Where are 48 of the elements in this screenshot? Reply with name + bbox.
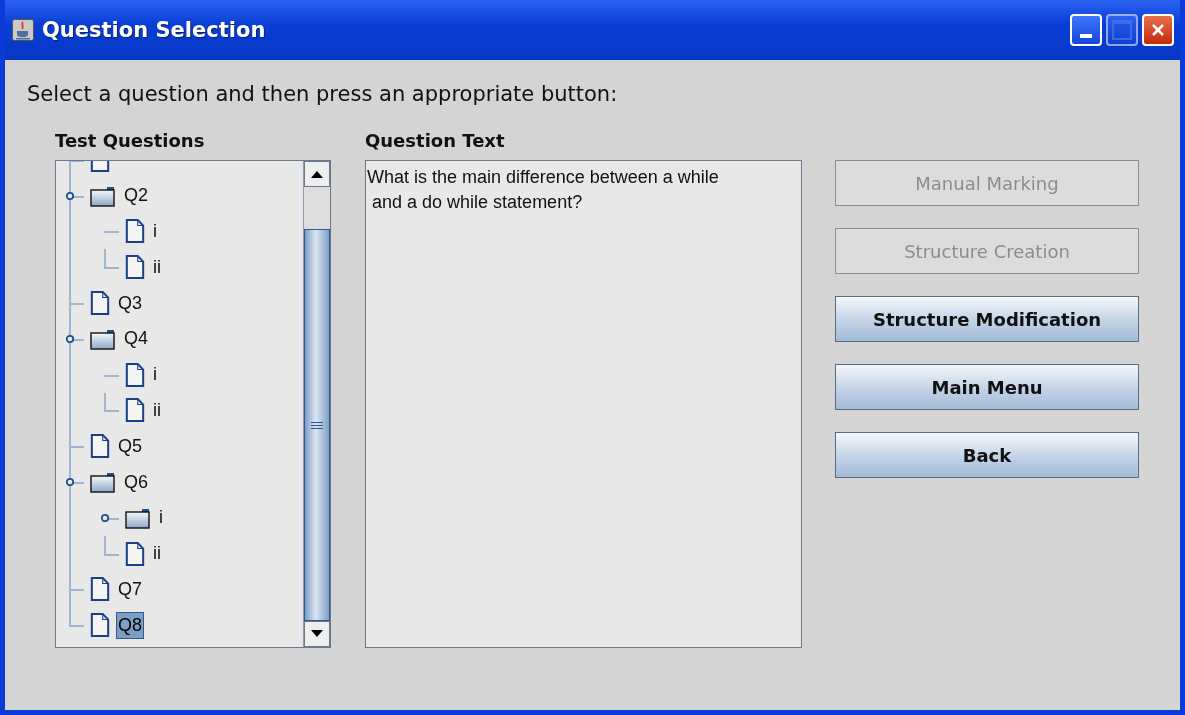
question-text-heading: Question Text: [365, 130, 506, 153]
expand-handle-icon[interactable]: [65, 190, 77, 203]
folder-icon: [125, 506, 151, 529]
folder-icon: [90, 471, 116, 494]
document-icon: [90, 576, 110, 603]
scroll-thumb[interactable]: [304, 229, 330, 621]
tree-item[interactable]: Q2: [122, 182, 150, 210]
tree-item[interactable]: ii: [151, 540, 163, 568]
tree-item[interactable]: i: [151, 218, 159, 245]
document-icon: [90, 612, 110, 639]
scroll-down-button[interactable]: [304, 621, 330, 647]
document-icon: [125, 397, 145, 424]
tree-item[interactable]: i: [157, 504, 165, 532]
close-button[interactable]: [1142, 14, 1174, 46]
document-icon: [125, 540, 145, 567]
scrollbar[interactable]: [303, 161, 330, 647]
document-icon: [125, 361, 145, 388]
down-arrow-icon: [311, 630, 323, 638]
scroll-up-button[interactable]: [304, 161, 330, 187]
tree-item[interactable]: i: [151, 361, 159, 389]
window-title: Question Selection: [42, 18, 266, 42]
tree-item[interactable]: ii: [151, 396, 163, 424]
question-text-area[interactable]: What is the main difference between a while and a do while statement?: [365, 160, 802, 648]
document-icon: [90, 433, 110, 460]
action-button[interactable]: Main Menu: [835, 364, 1139, 410]
tree-item[interactable]: Q8: [116, 611, 144, 639]
tree-item[interactable]: Q5: [116, 432, 144, 460]
maximize-button[interactable]: [1106, 14, 1138, 46]
action-button[interactable]: Structure Modification: [835, 296, 1139, 342]
tree-item[interactable]: ii: [151, 253, 163, 281]
tree-item[interactable]: Q6: [122, 468, 150, 496]
coffee-cup-icon: [12, 19, 34, 41]
expand-handle-icon[interactable]: [100, 512, 112, 525]
minimize-button[interactable]: [1070, 14, 1102, 46]
tree-heading: Test Questions: [55, 130, 206, 153]
close-icon: [1150, 22, 1166, 38]
instruction-text: Select a question and then press an appropriate button:: [27, 82, 619, 108]
document-icon: [125, 218, 145, 245]
up-arrow-icon: [311, 170, 323, 178]
document-icon: [125, 254, 145, 281]
action-button[interactable]: Back: [835, 432, 1139, 478]
tree-item[interactable]: Q7: [116, 575, 144, 603]
tree-item[interactable]: Q3: [116, 289, 144, 317]
document-icon: [90, 290, 110, 317]
expand-handle-icon[interactable]: [65, 333, 77, 346]
tree-item[interactable]: Q4: [122, 325, 150, 353]
folder-icon: [90, 184, 116, 207]
folder-icon: [90, 327, 116, 350]
